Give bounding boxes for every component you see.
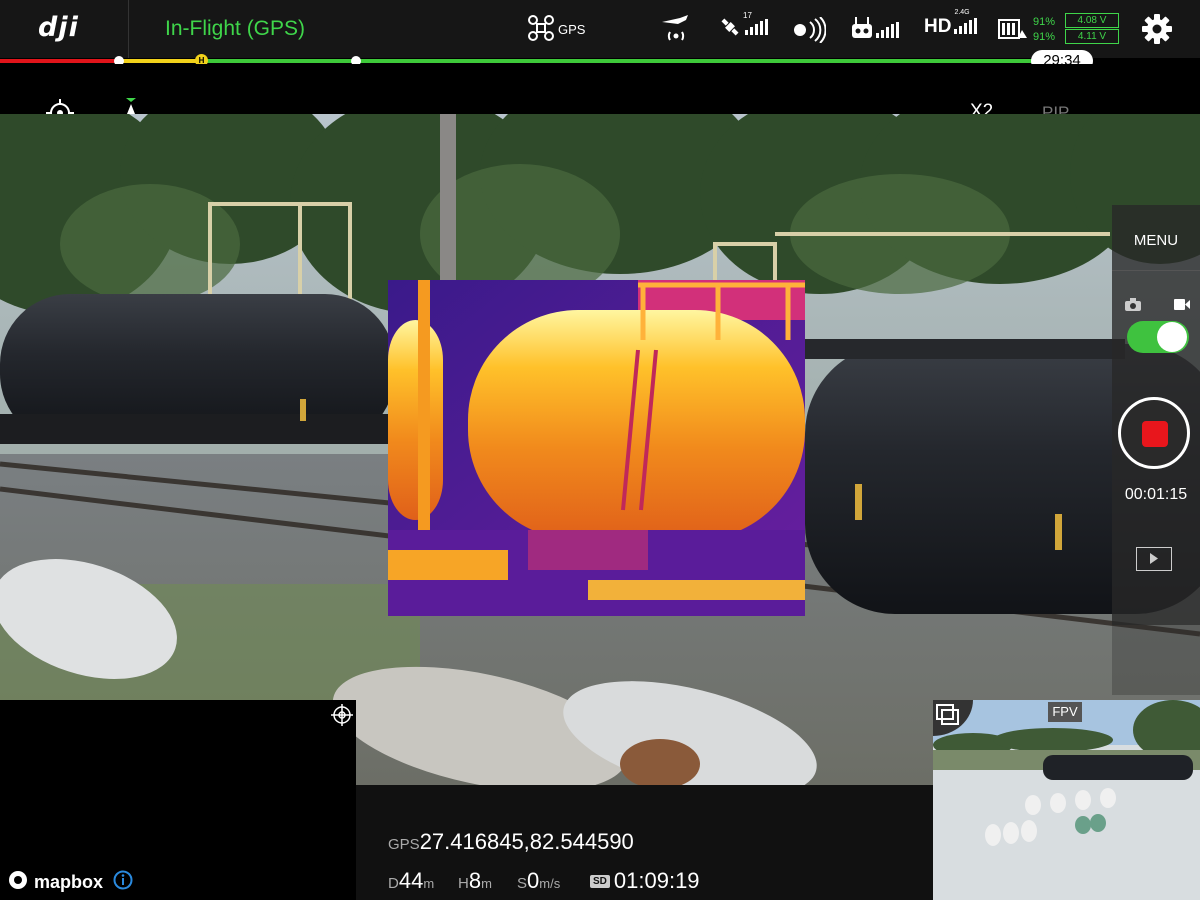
speed-value: 0	[527, 868, 540, 893]
distance-value: 44	[398, 868, 424, 893]
distance-unit: m	[423, 876, 435, 891]
mapbox-label: mapbox	[34, 872, 104, 892]
remote-controller-signal[interactable]	[851, 16, 899, 43]
gps-coord-label: GPS	[388, 836, 420, 853]
gps-mode-indicator[interactable]: GPS	[527, 14, 585, 45]
height-readout: H8m	[458, 868, 492, 894]
mapbox-attribution[interactable]: mapbox	[8, 870, 133, 895]
battery-voltage-2: 4.11 V	[1065, 29, 1119, 44]
gps-coordinates-row: GPS27.416845,82.544590	[388, 829, 634, 855]
record-stop-icon	[1142, 421, 1168, 447]
speed-unit: m/s	[539, 876, 561, 891]
obstacle-sensor-icon	[790, 16, 827, 46]
settings-gear-icon[interactable]	[1141, 13, 1173, 50]
remote-controller-icon	[851, 16, 873, 43]
battery-status[interactable]	[998, 17, 1028, 44]
battery-icon	[998, 17, 1028, 44]
aircraft-signal-icon	[660, 12, 692, 47]
recenter-map-icon[interactable]	[331, 704, 353, 731]
battery-percent-1: 91%	[1033, 16, 1056, 28]
playback-icon[interactable]	[1136, 547, 1172, 571]
satellite-icon	[718, 14, 742, 43]
hd-video-link-signal[interactable]: HD 2.4G	[924, 9, 978, 38]
sd-card-readout: SD 01:09:19	[590, 868, 700, 894]
gps-label: GPS	[558, 22, 586, 37]
height-value: 8	[468, 868, 482, 893]
aircraft-status-indicator[interactable]	[660, 12, 692, 47]
hd-label: HD	[924, 16, 952, 37]
sd-remaining-time: 01:09:19	[613, 868, 700, 893]
recording-time: 00:01:15	[1124, 486, 1188, 503]
fpv-view[interactable]	[933, 700, 1200, 900]
gps-coordinates: 27.416845,82.544590	[419, 829, 634, 854]
height-unit: m	[481, 876, 492, 891]
satellite-signal-bars	[745, 19, 768, 35]
camera-toolbar	[0, 64, 1200, 114]
satellite-count: 17	[743, 11, 752, 20]
sd-card-icon: SD	[590, 874, 610, 888]
logo-divider	[128, 0, 129, 58]
speed-readout: S0m/s	[517, 868, 560, 894]
info-icon[interactable]	[113, 870, 133, 895]
camera-photo-icon[interactable]	[1125, 298, 1141, 316]
distance-readout: D44m	[388, 868, 434, 894]
swap-view-icon[interactable]	[933, 700, 973, 736]
flight-status[interactable]: In-Flight (GPS)	[165, 17, 305, 41]
panel-divider	[1112, 270, 1200, 271]
battery-percent-2: 91%	[1033, 31, 1056, 43]
panel-lower-area	[1112, 625, 1200, 695]
distance-label: D	[388, 875, 399, 892]
battery-voltage-1: 4.08 V	[1065, 13, 1119, 28]
fpv-label[interactable]: FPV	[1048, 702, 1082, 722]
hd-band: 2.4G	[954, 8, 970, 16]
thermal-camera-view[interactable]	[388, 280, 805, 616]
speed-label: S	[517, 875, 528, 892]
obstacle-sensor-status[interactable]	[790, 16, 827, 46]
camera-menu-button[interactable]: MENU	[1112, 232, 1200, 249]
dji-logo[interactable]: dji	[38, 12, 79, 43]
toggle-knob	[1157, 322, 1187, 352]
drone-icon	[527, 14, 555, 45]
mapbox-logo-icon	[8, 870, 28, 895]
camera-video-icon[interactable]	[1174, 298, 1190, 316]
satellite-signal[interactable]: 17	[718, 11, 768, 43]
battery-percentages: 91% 91%	[1033, 15, 1055, 45]
hd-signal-bars	[954, 17, 978, 34]
height-label: H	[458, 875, 469, 892]
rc-signal-bars	[876, 21, 899, 38]
